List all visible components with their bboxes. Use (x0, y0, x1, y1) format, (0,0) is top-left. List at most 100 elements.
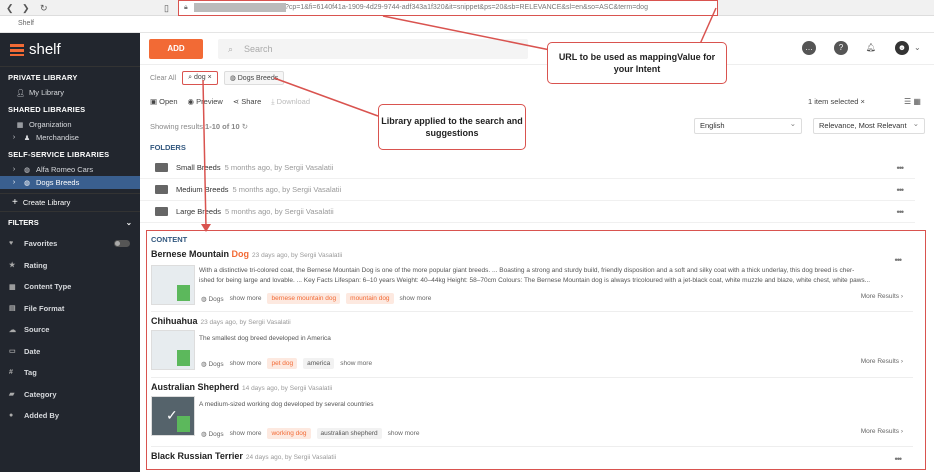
more-options-icon[interactable]: ••• (895, 454, 903, 464)
sidebar-item-organization[interactable]: ▦ Organization (0, 118, 140, 131)
content-item[interactable]: Bernese Mountain Dog 23 days ago, by Serg… (151, 249, 913, 312)
sidebar-item-dogs-breeds[interactable]: › ◍ Dogs Breeds (0, 176, 140, 189)
help-icon[interactable]: ? (834, 41, 848, 55)
tag[interactable]: pet dog (267, 358, 298, 369)
folder-name[interactable]: Large Breeds (176, 207, 221, 216)
filter-favorites[interactable]: ♥ Favorites (0, 233, 140, 255)
item-title[interactable]: Black Russian Terrier 24 days ago, by Ser… (151, 451, 913, 461)
filter-content-type[interactable]: ▦ Content Type (0, 276, 140, 298)
language-select[interactable]: English (694, 117, 802, 134)
content-item[interactable]: Black Russian Terrier 24 days ago, by Ser… (151, 451, 913, 469)
tag[interactable]: bernese mountain dog (267, 293, 341, 304)
action-label: Preview (196, 97, 223, 106)
chevron-right-icon: › (12, 134, 16, 141)
chevron-down-icon[interactable]: ⌄ (914, 43, 921, 52)
clear-all-link[interactable]: Clear All (150, 75, 176, 82)
tag[interactable]: australian shepherd (316, 428, 382, 439)
app-logo[interactable]: shelf (0, 33, 140, 67)
tag[interactable]: america (303, 358, 335, 369)
show-more-link[interactable]: show more (230, 430, 262, 437)
create-library-button[interactable]: + Create Library (0, 193, 140, 211)
top-bar: ADD ⌕ Search … ? 🔔︎ ☻ ⌄ (140, 33, 934, 65)
sidebar-item-my-library[interactable]: 👤︎ My Library (0, 86, 140, 99)
folder-name[interactable]: Medium Breeds (176, 185, 229, 194)
item-meta: 23 days ago, by Sergii Vasalatii (200, 319, 291, 326)
close-icon[interactable]: × (861, 97, 865, 106)
show-more-link[interactable]: show more (230, 360, 262, 367)
more-options-icon[interactable]: ••• (897, 207, 905, 217)
list-view-icon[interactable]: ☰ (904, 97, 911, 106)
back-icon[interactable]: ❮ (6, 3, 14, 14)
more-options-icon[interactable]: ••• (897, 185, 905, 195)
filter-label: Added By (24, 411, 60, 421)
search-term-chip[interactable]: ⌕ dog × (182, 71, 218, 85)
library-tag[interactable]: ◍ Dogs (201, 360, 224, 368)
title-text: Chihuahua (151, 316, 198, 326)
more-options-icon[interactable]: ••• (897, 163, 905, 173)
sort-select[interactable]: Relevance, Most Relevant (813, 117, 925, 134)
tag[interactable]: mountain dog (346, 293, 394, 304)
folder-row[interactable]: Small Breeds 5 months ago, by Sergii Vasa… (140, 157, 915, 179)
show-more-link[interactable]: show more (400, 295, 432, 302)
sidebar-item-merchandise[interactable]: › ♟ Merchandise (0, 131, 140, 144)
show-more-link[interactable]: show more (388, 430, 420, 437)
filter-label: Favorites (24, 239, 58, 249)
url-text: ?cp=1&fi=6140f41a-1909-4d29-9744-adf343a… (285, 4, 648, 11)
more-results-link[interactable]: More Results › (861, 293, 903, 300)
forward-icon[interactable]: ❯ (22, 3, 30, 14)
search-input[interactable]: ⌕ Search (218, 39, 528, 59)
folder-row[interactable]: Medium Breeds 5 months ago, by Sergii Vas… (140, 179, 915, 201)
show-more-link[interactable]: show more (340, 360, 372, 367)
show-more-link[interactable]: show more (230, 295, 262, 302)
open-button[interactable]: ▣ Open (150, 97, 178, 107)
item-title[interactable]: Australian Shepherd 14 days ago, by Sergi… (151, 382, 913, 392)
content-item[interactable]: Chihuahua 23 days ago, by Sergii Vasalati… (151, 316, 913, 378)
filter-tag[interactable]: # Tag (0, 362, 140, 384)
filter-source[interactable]: ☁ Source (0, 319, 140, 341)
filter-file-format[interactable]: ▤ File Format (0, 298, 140, 320)
item-meta: 23 days ago, by Sergii Vasalatii (252, 252, 343, 259)
reload-icon[interactable]: ↻ (40, 3, 48, 14)
refresh-icon[interactable]: ↻ (242, 122, 248, 131)
close-icon[interactable]: × (208, 74, 212, 81)
sidebar-item-label: Organization (29, 120, 72, 129)
library-tag[interactable]: ◍ Dogs (201, 295, 224, 303)
filter-category[interactable]: ▰ Category (0, 384, 140, 406)
sidebar-item-label: My Library (29, 88, 65, 97)
results-range: 1-10 of 10 (205, 122, 240, 131)
avatar[interactable]: ☻ (895, 41, 909, 55)
sidebar-item-alfa-romeo[interactable]: › ◍ Alfa Romeo Cars (0, 163, 140, 176)
item-title[interactable]: Bernese Mountain Dog 23 days ago, by Serg… (151, 249, 913, 259)
address-bar[interactable]: 🔒︎ ?cp=1&fi=6140f41a-1909-4d29-9744-adf3… (178, 0, 718, 16)
filter-added-by[interactable]: ● Added By (0, 405, 140, 427)
folder-name[interactable]: Small Breeds (176, 163, 221, 172)
add-button[interactable]: ADD (149, 39, 203, 59)
filter-date[interactable]: ▭ Date (0, 341, 140, 363)
item-thumbnail[interactable] (151, 265, 195, 305)
library-tag[interactable]: ◍ Dogs (201, 430, 224, 438)
preview-button[interactable]: ◉ Preview (188, 97, 223, 107)
library-chip[interactable]: ◍ Dogs Breeds (223, 71, 285, 85)
grid-view-icon[interactable]: ▦ (913, 97, 921, 106)
download-button[interactable]: ⤓ Download (271, 97, 310, 107)
favorites-toggle[interactable] (114, 240, 130, 248)
more-results-link[interactable]: More Results › (861, 358, 903, 365)
filter-rating[interactable]: ★ Rating (0, 255, 140, 277)
tag[interactable]: working dog (267, 428, 311, 439)
bookmark-icon[interactable]: ▯ (164, 3, 169, 14)
bell-icon[interactable]: 🔔︎ (864, 41, 878, 55)
search-icon: ⌕ (228, 44, 234, 54)
tab-title[interactable]: Shelf (18, 20, 34, 27)
content-item[interactable]: Australian Shepherd 14 days ago, by Sergi… (151, 382, 913, 447)
more-results-link[interactable]: More Results › (861, 428, 903, 435)
active-filters: Clear All ⌕ dog × ◍ Dogs Breeds (150, 71, 285, 85)
item-title[interactable]: Chihuahua 23 days ago, by Sergii Vasalati… (151, 316, 913, 326)
more-options-icon[interactable]: ••• (895, 255, 903, 265)
filters-header[interactable]: FILTERS ⌄ (0, 211, 140, 233)
item-thumbnail[interactable]: ✓ (151, 396, 195, 436)
share-button[interactable]: ⋖ Share (233, 97, 261, 107)
chat-icon[interactable]: … (802, 41, 816, 55)
item-tags: ◍ Dogs show more working dog australian … (201, 428, 419, 439)
folder-row[interactable]: Large Breeds 5 months ago, by Sergii Vasa… (140, 201, 915, 223)
item-thumbnail[interactable] (151, 330, 195, 370)
